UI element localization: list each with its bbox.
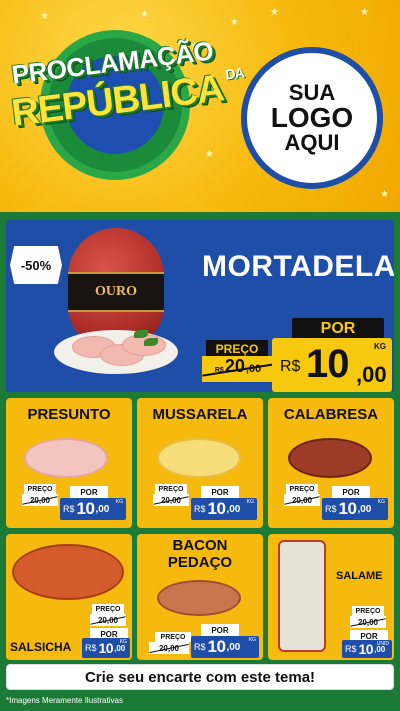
create-flyer-cta[interactable]: Crie seu encarte com este tema! [6,664,394,690]
price-amount: 10 [358,641,374,657]
currency: R$ [194,504,206,514]
old-price-label: PREÇO [286,484,318,494]
product-name: SALAME [336,570,383,582]
price-box: R$ 10,00 UNID [342,640,392,658]
product-name: MORTADELA [202,250,394,283]
disclaimer-text: *Imagens Meramente Ilustrativas [6,696,123,705]
salsicha-image [12,544,124,600]
page-title: PROCLAMAÇÃO REPÚBLICADA [9,35,244,136]
price-cents: ,00 [95,503,110,515]
price-box: R$ 10,00 KG [191,498,257,520]
product-name: SALSICHA [10,640,72,654]
price-cents: ,00 [356,362,387,387]
currency: R$ [280,358,301,375]
price-amount: 10 [338,499,357,518]
old-price-label: PREÇO [352,606,384,616]
price-cents: ,00 [226,641,241,653]
price-box: R$ 10,00 KG [191,636,259,658]
currency: R$ [85,643,97,653]
product-card: MUSSARELA PREÇO 20,00 POR R$10,00KG [137,398,263,528]
old-price-label: PREÇO [155,484,187,494]
logo-text-3: AQUI [284,130,340,155]
price-box: R$ 10 ,00 KG [272,338,392,392]
price-amount: 10 [207,637,226,656]
product-card: SALSICHA PREÇO 20,00 POR R$10,00KG [6,534,132,660]
star-icon: ★ [360,7,369,18]
product-name: CALABRESA [283,406,379,423]
logo-placeholder: SUA LOGO AQUI [241,47,383,189]
price-unit: UNID [376,641,389,647]
salame-image [278,540,326,652]
product-card: PRESUNTO PREÇO 20,00 POR R$10,00KG [6,398,132,528]
price-cents: ,00 [357,503,372,515]
por-label: POR [332,486,370,498]
product-name-line-1: BACON [172,537,228,554]
star-icon: ★ [270,7,279,18]
old-amount: 20 [224,356,245,376]
star-icon: ★ [380,189,389,200]
brand-logo-text: OURO [95,284,137,299]
product-card: CALABRESA PREÇO 20,00 POR R$10,00KG [268,398,394,528]
logo-text-1: SUA [288,80,336,105]
star-icon: ★ [40,11,49,22]
bacon-image [157,580,241,616]
price-unit: KG [374,342,386,351]
price-cents: ,00 [226,503,241,515]
product-name-line-2: PEDAÇO [167,553,233,571]
price-box: R$ 10,00 KG [60,498,126,520]
price-unit: KG [115,499,123,505]
currency: R$ [325,504,337,514]
star-icon: ★ [205,149,214,160]
discount-badge: -50% [10,246,62,284]
por-label: POR [201,624,239,636]
mussarela-image [157,438,241,478]
currency: R$ [63,504,75,514]
price-box: R$ 10,00 KG [322,498,388,520]
old-price-label: PREÇO [155,632,191,642]
offers-panel: OURO -50% MORTADELA PREÇO R$ 20 ,00 POR … [0,212,400,711]
star-icon: ★ [230,17,239,28]
product-name: MUSSARELA [152,406,248,423]
price-box: R$ 10,00 KG [82,638,130,658]
por-label: POR [201,486,239,498]
hero-banner: ★ ★ ★ ★ ★ ★ ★ ★ PROCLAMAÇÃO REPÚBLICADA … [0,0,400,212]
price-unit: KG [377,499,385,505]
calabresa-image [288,438,372,478]
product-name: PRESUNTO [27,406,111,423]
product-card: SALAME PREÇO 20,00 POR R$10,00UNID [268,534,394,660]
price-unit: KG [248,637,256,643]
featured-offer-card: OURO -50% MORTADELA PREÇO R$ 20 ,00 POR … [6,220,394,392]
price-unit: KG [246,499,254,505]
product-name: BACON PEDAÇO [137,537,263,571]
title-da: DA [224,64,245,83]
old-price-label: PREÇO [24,484,56,494]
product-card: BACON PEDAÇO PREÇO 20,00 POR R$10,00KG [137,534,263,660]
por-label: POR [292,318,384,340]
por-label: POR [70,486,108,498]
star-icon: ★ [140,9,149,20]
presunto-image [24,438,108,478]
price-unit: KG [119,639,127,645]
price-amount: 10 [98,640,114,656]
price-amount: 10 [76,499,95,518]
price-amount: 10 [306,342,349,386]
currency: R$ [345,644,357,654]
logo-text-2: LOGO [270,102,354,133]
price-amount: 10 [207,499,226,518]
old-price-label: PREÇO [92,604,124,614]
currency: R$ [194,642,206,652]
